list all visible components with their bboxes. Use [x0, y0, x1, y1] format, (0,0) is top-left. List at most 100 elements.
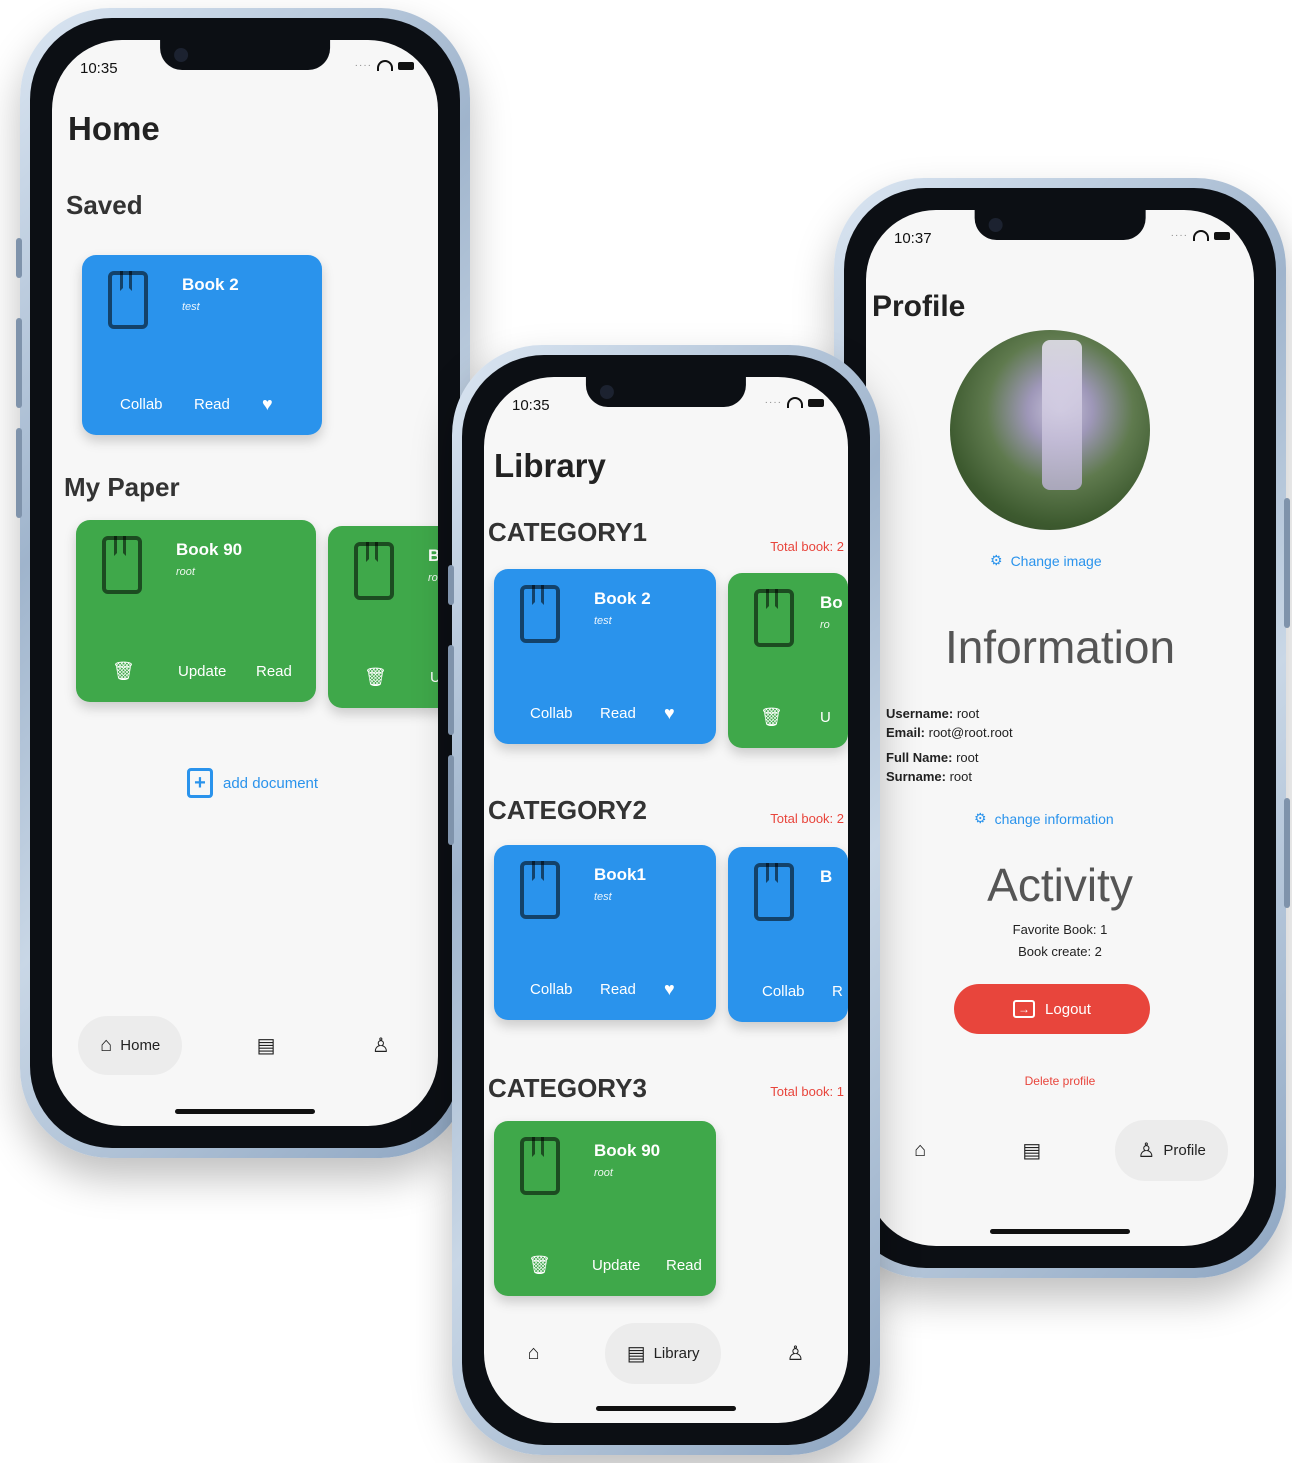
nav-library[interactable]: ▤: [1000, 1120, 1063, 1181]
change-image-label: Change image: [1010, 552, 1102, 569]
category-heading: CATEGORY3: [488, 1073, 647, 1103]
trash-icon[interactable]: 🗑: [364, 667, 387, 688]
book-subtitle: test: [594, 615, 612, 627]
username-row: Username: root: [886, 704, 1013, 723]
fullname-row: Full Name: root: [886, 748, 1013, 767]
trash-icon[interactable]: 🗑: [528, 1255, 551, 1276]
notch: [585, 377, 747, 407]
update-button[interactable]: Update: [592, 1257, 640, 1274]
signal-icon: ····: [354, 60, 372, 71]
paper-book-card[interactable]: Book 90 root 🗑 Update Read: [76, 520, 316, 702]
page-title: Home: [68, 110, 160, 147]
side-button: [448, 645, 454, 735]
collab-button[interactable]: Collab: [120, 396, 163, 413]
book-card[interactable]: B Collab R: [728, 847, 848, 1022]
camera: [174, 48, 189, 62]
book-card[interactable]: Bo ro 🗑 U: [728, 573, 848, 748]
read-button[interactable]: R: [832, 983, 843, 1000]
fullname-value: root: [952, 750, 979, 765]
surname-row: Surname: root: [886, 767, 1013, 786]
read-button[interactable]: Read: [194, 396, 230, 413]
category-heading: CATEGORY1: [488, 517, 647, 547]
library-icon: ▤: [256, 1034, 276, 1057]
book-card[interactable]: Book 90 root 🗑 Update Read: [494, 1121, 716, 1296]
book-card[interactable]: Book1 test Collab Read ♥: [494, 845, 716, 1020]
nav-home[interactable]: ⌂: [892, 1121, 948, 1180]
side-button: [448, 565, 454, 605]
notch: [974, 210, 1146, 240]
add-document-icon: +: [187, 768, 213, 798]
book-icon: [520, 1137, 560, 1195]
side-button: [16, 318, 22, 408]
nav-home[interactable]: ⌂: [506, 1324, 562, 1383]
paper-book-card[interactable]: B ro 🗑 U: [328, 526, 438, 708]
username-label: Username:: [886, 706, 954, 721]
logout-label: Logout: [1045, 1000, 1091, 1018]
book-title: Book1: [594, 865, 646, 884]
trash-icon[interactable]: 🗑: [760, 707, 783, 728]
home-icon: ⌂: [100, 1033, 113, 1056]
change-image-button[interactable]: ⚙ Change image: [990, 552, 1102, 569]
category-total: Total book: 1: [770, 1084, 844, 1099]
book-subtitle: ro: [428, 572, 438, 584]
fullname-label: Full Name:: [886, 750, 953, 765]
nav-profile[interactable]: ♙: [350, 1015, 412, 1076]
user-info: Username: root Email: root@root.root Ful…: [886, 704, 1013, 786]
book-subtitle: test: [182, 301, 200, 313]
surname-value: root: [945, 769, 972, 784]
change-information-button[interactable]: ⚙ change information: [974, 810, 1114, 827]
read-button[interactable]: Read: [600, 705, 636, 722]
nav-profile[interactable]: ♙: [765, 1323, 827, 1384]
category-total: Total book: 2: [770, 539, 844, 554]
heart-icon[interactable]: ♥: [664, 703, 675, 724]
read-button[interactable]: Read: [666, 1257, 702, 1274]
home-indicator: [175, 1109, 315, 1114]
nav-library[interactable]: ▤: [235, 1015, 298, 1076]
side-button: [1284, 798, 1290, 908]
collab-button[interactable]: Collab: [530, 981, 573, 998]
heart-icon[interactable]: ♥: [664, 979, 675, 1000]
update-button[interactable]: Update: [178, 663, 226, 680]
email-row: Email: root@root.root: [886, 723, 1013, 742]
library-icon: ▤: [1022, 1139, 1042, 1162]
profile-icon: ♙: [371, 1034, 390, 1057]
update-button[interactable]: U: [430, 669, 438, 686]
heart-icon[interactable]: ♥: [262, 394, 273, 415]
book-card[interactable]: Book 2 test Collab Read ♥: [494, 569, 716, 744]
book-icon: [354, 542, 394, 600]
update-button[interactable]: U: [820, 709, 831, 726]
phone-bezel: 10:37 ···· Profile ⚙ Change image Inform…: [844, 188, 1276, 1268]
add-document-button[interactable]: + add document: [187, 768, 318, 798]
book-icon: [108, 271, 148, 329]
home-indicator: [596, 1406, 736, 1411]
collab-button[interactable]: Collab: [762, 983, 805, 1000]
book-icon: [520, 861, 560, 919]
email-label: Email:: [886, 725, 926, 740]
book-title: Book 90: [176, 540, 243, 559]
battery-icon: [1214, 231, 1230, 240]
profile-avatar[interactable]: [950, 330, 1150, 530]
gear-icon: ⚙: [990, 552, 1003, 568]
book-title: B: [428, 546, 438, 565]
library-screen: 10:35 ···· Library CATEGORY1 Total book:…: [484, 377, 848, 1423]
email-value: root@root.root: [925, 725, 1013, 740]
read-button[interactable]: Read: [600, 981, 636, 998]
book-title: Book 2: [182, 275, 239, 294]
delete-profile-link[interactable]: Delete profile: [866, 1074, 1254, 1088]
status-time: 10:37: [894, 230, 932, 247]
nav-profile[interactable]: ♙ Profile: [1115, 1119, 1228, 1181]
saved-book-card[interactable]: Book 2 test Collab Read ♥: [82, 255, 322, 435]
logout-button[interactable]: → Logout: [954, 984, 1150, 1034]
nav-home[interactable]: ⌂ Home: [78, 1015, 183, 1075]
nav-library[interactable]: ▤ Library: [604, 1322, 722, 1384]
trash-icon[interactable]: 🗑: [112, 661, 135, 682]
book-title: Bo: [820, 593, 843, 612]
wifi-icon: [787, 397, 803, 408]
bottom-nav: ⌂ Home ▤ ♙: [52, 1005, 438, 1085]
book-icon: [520, 585, 560, 643]
mypaper-heading: My Paper: [64, 472, 180, 502]
collab-button[interactable]: Collab: [530, 705, 573, 722]
phone-home: 10:35 ···· Home Saved Book 2 test Collab…: [16, 8, 470, 1158]
read-button[interactable]: Read: [256, 663, 292, 680]
side-button: [448, 755, 454, 845]
